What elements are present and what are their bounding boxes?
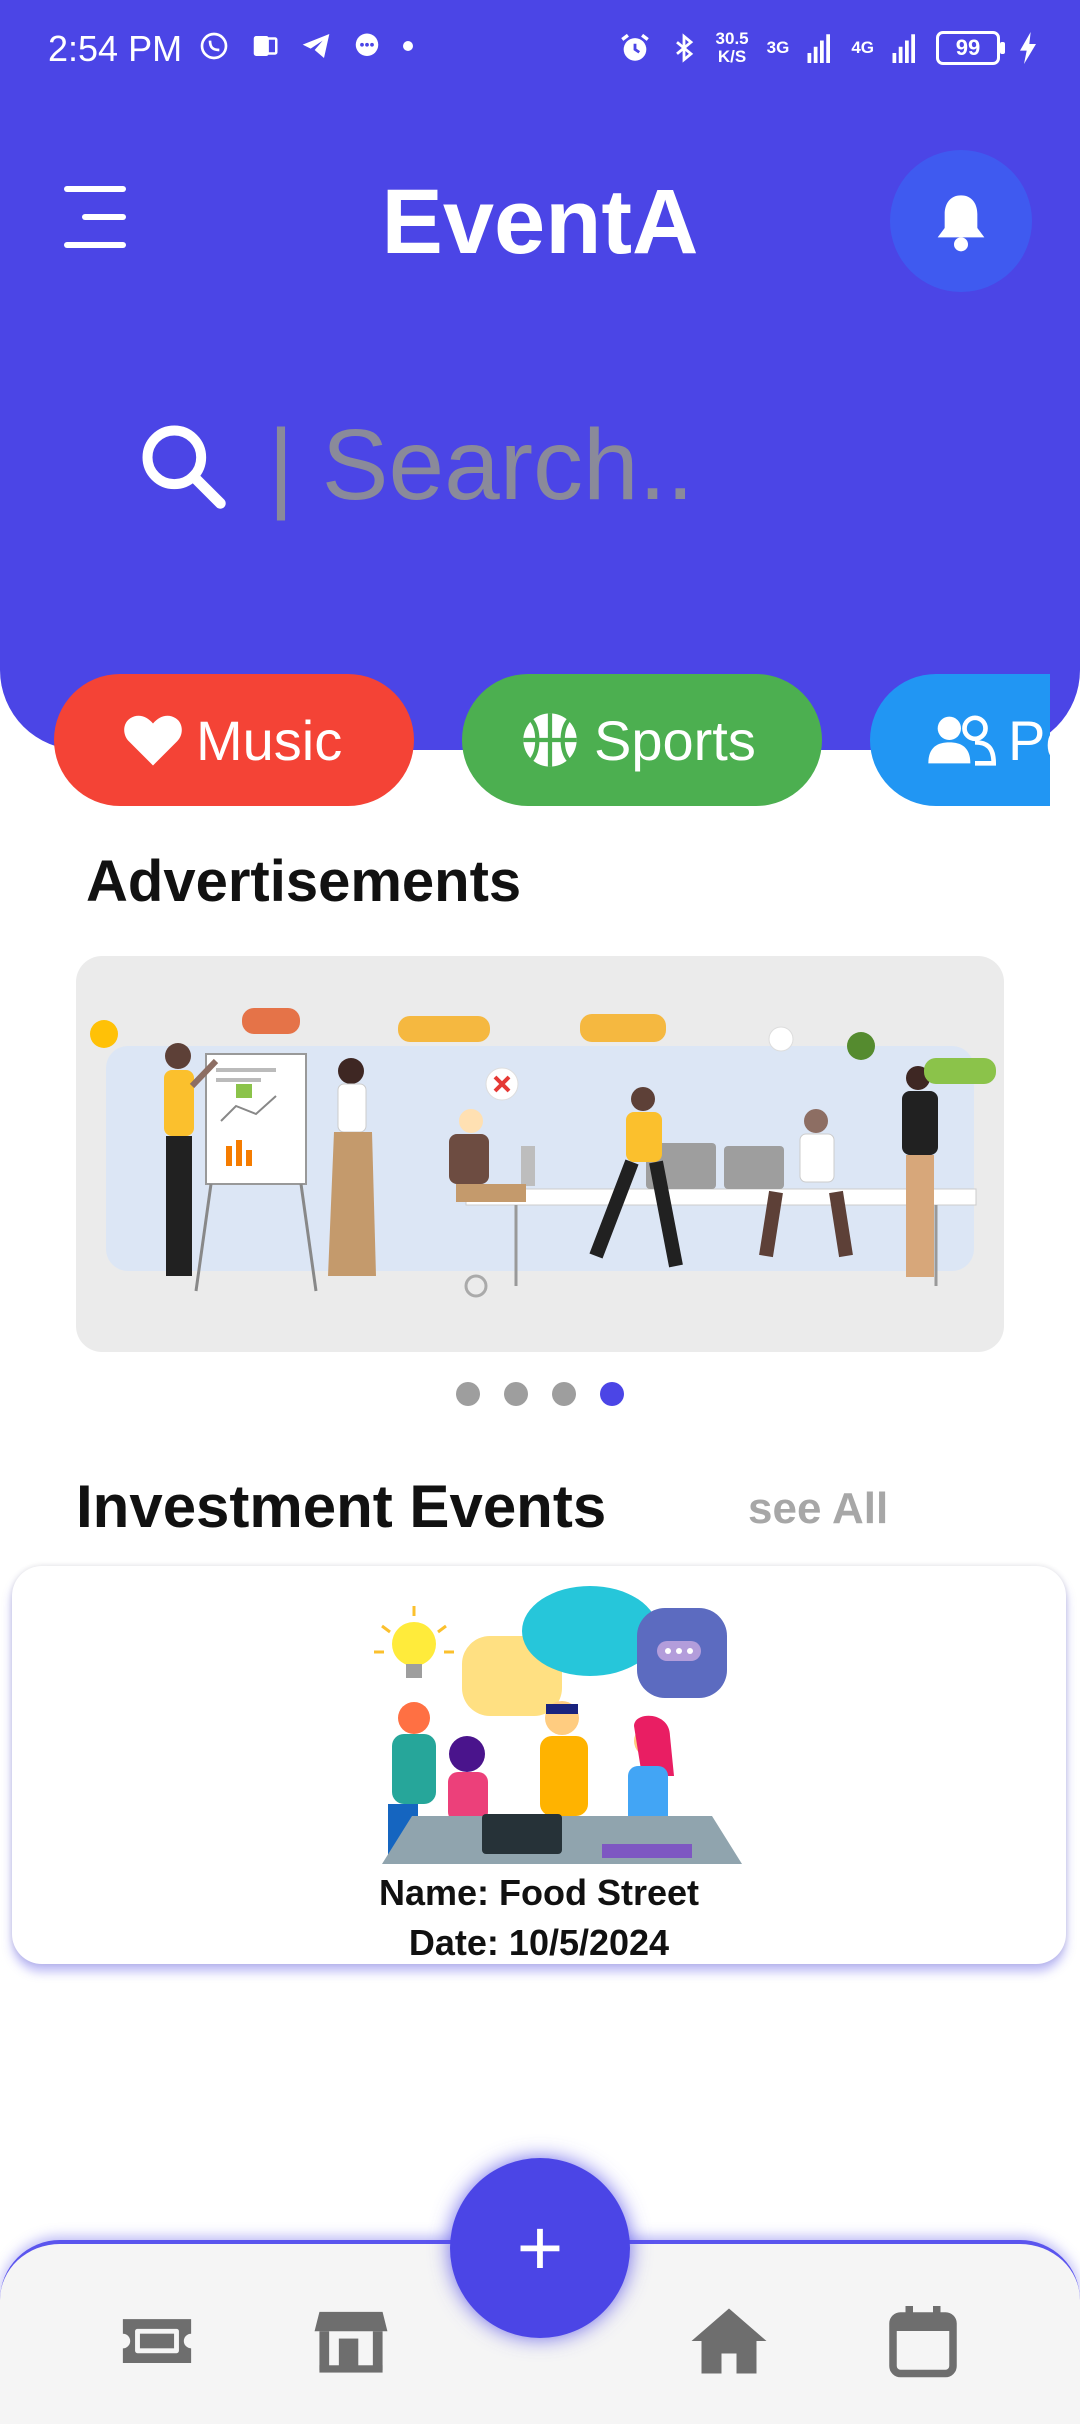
- category-chip-people[interactable]: Po: [870, 674, 1050, 806]
- carousel-dot-active[interactable]: [600, 1382, 624, 1406]
- carousel-dot[interactable]: [504, 1382, 528, 1406]
- meeting-illustration: [90, 1008, 996, 1298]
- investment-events-title: Investment Events: [76, 1473, 607, 1540]
- more-notifications-icon: [403, 41, 413, 51]
- category-label-people: Po: [1008, 708, 1050, 772]
- search-input[interactable]: [266, 406, 890, 524]
- ticket-icon: [122, 2319, 192, 2363]
- chat-icon: [355, 33, 379, 56]
- battery-indicator: 99: [936, 31, 1005, 65]
- add-event-button[interactable]: +: [450, 2158, 630, 2338]
- charging-icon: [1020, 32, 1036, 64]
- see-all-link[interactable]: see All: [748, 1484, 888, 1534]
- phone-link-icon: [253, 36, 278, 56]
- event-name: Name: Food Street: [378, 1872, 700, 1913]
- category-label-sports: Sports: [594, 708, 756, 772]
- status-time: 2:54 PM: [48, 28, 183, 69]
- heart-icon: [124, 715, 182, 766]
- network-speed: 30.5 K/S: [715, 29, 749, 66]
- advertisements-title: Advertisements: [86, 849, 522, 914]
- nav-home[interactable]: [684, 2296, 774, 2386]
- app-header: 2:54 PM 30.5 K/S 3G 4G 99 EventA | Searc…: [0, 0, 1080, 750]
- bell-icon: [937, 195, 985, 252]
- signal-bars-icon: [892, 34, 915, 63]
- bluetooth-icon: [675, 33, 693, 63]
- plus-icon: +: [516, 2203, 564, 2292]
- event-date: Date: 10/5/2024: [408, 1922, 670, 1963]
- nav-calendar[interactable]: [878, 2296, 968, 2386]
- advertisement-banner[interactable]: [76, 956, 1004, 1352]
- home-icon: [691, 2308, 767, 2374]
- category-chips: Music Sports Po: [0, 674, 1050, 806]
- carousel-dot[interactable]: [456, 1382, 480, 1406]
- telegram-icon: [302, 34, 330, 58]
- nav-tickets[interactable]: [112, 2296, 202, 2386]
- search-icon: [142, 425, 226, 509]
- notification-icons: [198, 30, 414, 62]
- people-icon: [928, 715, 996, 766]
- event-card[interactable]: Name: Food Street Date: 10/5/2024: [12, 1566, 1066, 1964]
- event-illustration: [374, 1586, 742, 1864]
- status-bar: 2:54 PM 30.5 K/S 3G 4G 99: [0, 0, 1080, 110]
- calendar-icon: [889, 2306, 957, 2378]
- store-icon: [314, 2311, 388, 2373]
- category-label-music: Music: [196, 708, 343, 772]
- whatsapp-icon: [200, 32, 228, 60]
- nav-store[interactable]: [306, 2296, 396, 2386]
- alarm-icon: [620, 33, 649, 61]
- system-icons: 30.5 K/S 3G 4G 99: [618, 30, 1038, 66]
- notifications-button[interactable]: [890, 150, 1032, 292]
- carousel-indicator: [456, 1382, 624, 1406]
- search-bar[interactable]: [136, 400, 936, 530]
- basketball-icon: [523, 713, 577, 767]
- category-chip-music[interactable]: Music: [54, 674, 414, 806]
- carousel-dot[interactable]: [552, 1382, 576, 1406]
- signal-4g: 4G: [851, 38, 874, 57]
- category-chip-sports[interactable]: Sports: [462, 674, 822, 806]
- signal-bars-icon: [807, 34, 831, 63]
- signal-3g: 3G: [766, 38, 790, 57]
